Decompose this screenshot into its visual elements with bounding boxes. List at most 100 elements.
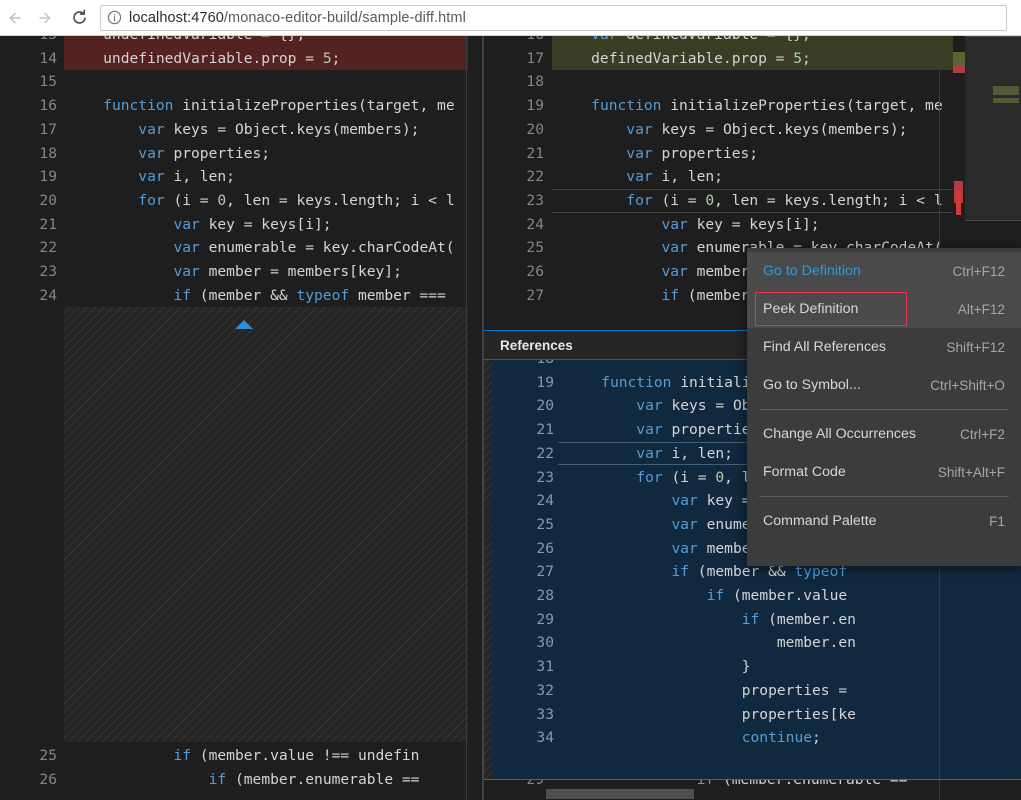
- line-content: undefinedVariable.prop = 5;: [68, 47, 340, 71]
- menu-item-shortcut: F1: [989, 514, 1005, 529]
- info-circle-icon[interactable]: [107, 10, 122, 25]
- menu-separator: [759, 409, 1009, 410]
- line-content: var propertie: [566, 418, 751, 442]
- menu-item-label: Go to Symbol...: [763, 377, 930, 393]
- editor-line[interactable]: 17 var keys = Object.keys(members);: [0, 118, 482, 142]
- editor-line[interactable]: 16 var definedVariable = {};: [484, 36, 1021, 47]
- editor-line[interactable]: 23 var member = members[key];: [0, 260, 482, 284]
- line-number: 14: [0, 47, 57, 71]
- arrow-left-icon: [6, 9, 24, 27]
- line-content: var key = keys[i];: [68, 213, 332, 237]
- line-number: 13: [0, 36, 57, 47]
- editor-line[interactable]: 26 if (member.enumerable ==: [0, 768, 482, 792]
- editor-line[interactable]: 19 var i, len;: [0, 165, 482, 189]
- line-number: 21: [484, 142, 544, 166]
- editor-line[interactable]: 24 var key = keys[i];: [484, 213, 1021, 237]
- editor-line[interactable]: 20 for (i = 0, len = keys.length; i < l: [0, 189, 482, 213]
- menu-item-shortcut: Shift+F12: [946, 340, 1005, 355]
- peek-line[interactable]: 29 if (member.en: [484, 608, 1021, 632]
- line-content: function initiali: [566, 371, 751, 395]
- address-bar[interactable]: localhost:4760/monaco-editor-build/sampl…: [100, 5, 1007, 31]
- editor-line[interactable]: 17 definedVariable.prop = 5;: [484, 47, 1021, 71]
- forward-button[interactable]: [30, 3, 60, 33]
- line-content: undefinedVariable = {};: [68, 36, 305, 47]
- line-number: 16: [0, 94, 57, 118]
- editor-line[interactable]: 19 function initializeProperties(target,…: [484, 94, 1021, 118]
- menu-item-change-all-occurrences[interactable]: Change All OccurrencesCtrl+F2: [747, 415, 1021, 453]
- line-number: 32: [484, 679, 554, 703]
- peek-arrow-icon: [235, 320, 253, 329]
- menu-item-go-to-definition[interactable]: Go to DefinitionCtrl+F12: [747, 252, 1021, 290]
- line-content: var properties;: [556, 142, 758, 166]
- line-number: 21: [484, 418, 554, 442]
- editor-line[interactable]: 18 var properties;: [0, 142, 482, 166]
- editor-line[interactable]: 22 var i, len;: [484, 165, 1021, 189]
- peek-line[interactable]: 28 if (member.value: [484, 584, 1021, 608]
- line-number: 31: [484, 655, 554, 679]
- peek-line[interactable]: 33 properties[ke: [484, 703, 1021, 727]
- minimap-slider[interactable]: [965, 36, 1021, 221]
- reload-button[interactable]: [64, 3, 94, 33]
- peek-line[interactable]: 30 member.en: [484, 631, 1021, 655]
- line-content: function initializeProperties(target, me: [68, 94, 455, 118]
- peek-line[interactable]: 32 properties =: [484, 679, 1021, 703]
- line-content: if (member.enumerable ==: [68, 768, 419, 792]
- scrollbar-thumb[interactable]: [546, 789, 694, 799]
- arrow-right-icon: [36, 9, 54, 27]
- menu-item-shortcut: Shift+Alt+F: [938, 465, 1005, 480]
- back-button[interactable]: [0, 3, 30, 33]
- menu-item-peek-definition[interactable]: Peek DefinitionAlt+F12: [747, 290, 1021, 328]
- browser-toolbar: localhost:4760/monaco-editor-build/sampl…: [0, 0, 1021, 36]
- line-number: 25: [0, 744, 57, 768]
- diff-editor: 13 undefinedVariable = {};14 undefinedVa…: [0, 36, 1021, 800]
- line-number: 19: [484, 371, 554, 395]
- line-number: 19: [0, 165, 57, 189]
- editor-line[interactable]: 24 if (member && typeof member ===: [0, 284, 482, 308]
- line-content: var keys = Object.keys(members);: [68, 118, 419, 142]
- editor-line[interactable]: 23 for (i = 0, len = keys.length; i < l: [484, 189, 1021, 213]
- menu-item-find-all-references[interactable]: Find All ReferencesShift+F12: [747, 328, 1021, 366]
- line-number: 23: [0, 260, 57, 284]
- editor-line[interactable]: 16 function initializeProperties(target,…: [0, 94, 482, 118]
- editor-line[interactable]: 21 var properties;: [484, 142, 1021, 166]
- original-editor-pane[interactable]: 13 undefinedVariable = {};14 undefinedVa…: [0, 36, 482, 800]
- line-number: 18: [0, 142, 57, 166]
- line-number: 20: [484, 118, 544, 142]
- editor-context-menu[interactable]: Go to DefinitionCtrl+F12Peek DefinitionA…: [747, 248, 1021, 566]
- menu-item-format-code[interactable]: Format CodeShift+Alt+F: [747, 453, 1021, 491]
- menu-item-go-to-symbol[interactable]: Go to Symbol...Ctrl+Shift+O: [747, 366, 1021, 404]
- peek-line[interactable]: 31 }: [484, 655, 1021, 679]
- whitespace-ruler: [466, 36, 467, 800]
- menu-item-label: Command Palette: [763, 513, 989, 529]
- line-content: var enume: [566, 513, 751, 537]
- line-number: 23: [484, 189, 544, 213]
- editor-line[interactable]: 14 undefinedVariable.prop = 5;: [0, 47, 482, 71]
- menu-item-command-palette[interactable]: Command PaletteF1: [747, 502, 1021, 540]
- modified-horizontal-scrollbar[interactable]: [484, 789, 1021, 799]
- menu-item-label: Go to Definition: [763, 263, 952, 279]
- line-content: var definedVariable = {};: [556, 36, 811, 47]
- original-horizontal-scrollbar[interactable]: [0, 790, 482, 800]
- editor-line[interactable]: 18: [484, 70, 1021, 94]
- editor-line[interactable]: 21 var key = keys[i];: [0, 213, 482, 237]
- menu-item-label: Change All Occurrences: [763, 426, 960, 442]
- line-content: var key = keys[i];: [556, 213, 820, 237]
- editor-line[interactable]: 25 if (member.value !== undefin: [0, 744, 482, 768]
- line-number: 33: [484, 703, 554, 727]
- editor-line[interactable]: 22 var enumerable = key.charCodeAt(: [0, 236, 482, 260]
- editor-line[interactable]: 13 undefinedVariable = {};: [0, 36, 482, 47]
- line-number: 24: [0, 284, 57, 308]
- editor-line[interactable]: 20 var keys = Object.keys(members);: [484, 118, 1021, 142]
- overview-ruler-cursor-mark: [956, 191, 961, 215]
- line-number: 18: [484, 359, 554, 371]
- line-number: 18: [484, 70, 544, 94]
- line-number: 26: [484, 260, 544, 284]
- line-number: 23: [484, 466, 554, 490]
- line-number: 27: [484, 560, 554, 584]
- line-content: if (member && typeof member ===: [68, 284, 446, 308]
- line-number: 26: [0, 768, 57, 792]
- line-content: var keys = Ob: [566, 394, 751, 418]
- editor-line[interactable]: 15: [0, 70, 482, 94]
- peek-line[interactable]: 34 continue;: [484, 726, 1021, 750]
- overview-ruler-inserted-mark: [953, 52, 965, 65]
